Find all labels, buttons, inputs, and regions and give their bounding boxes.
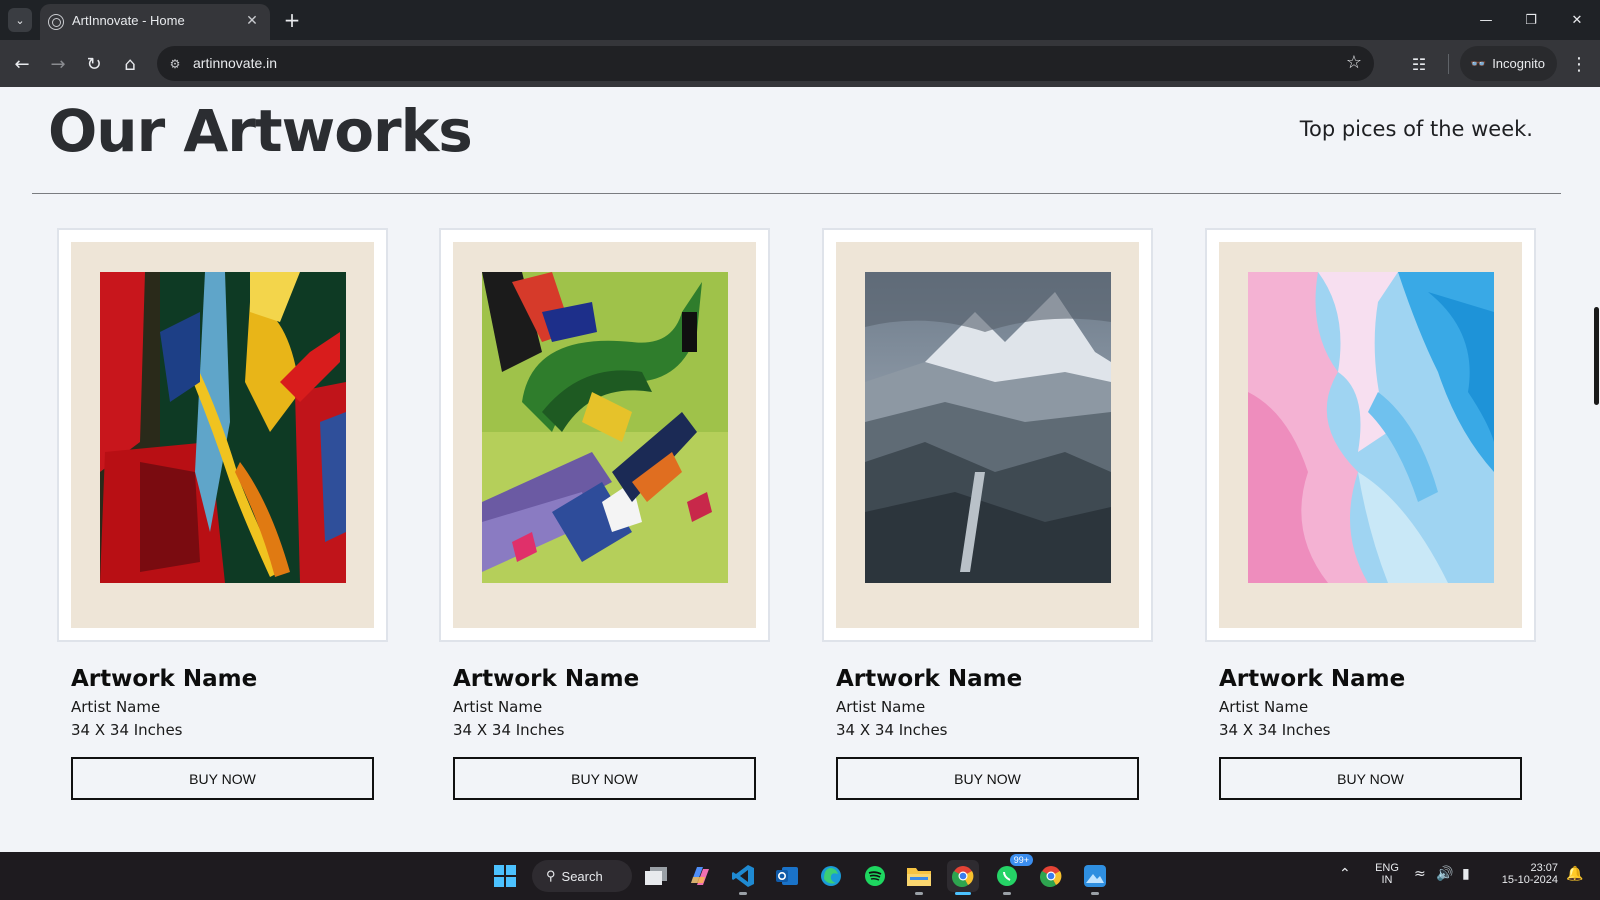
- artwork-card: Artwork Name Artist Name 34 X 34 Inches …: [822, 228, 1153, 800]
- input-language[interactable]: ENG IN: [1372, 862, 1402, 886]
- active-indicator: [955, 892, 971, 895]
- artwork-name: Artwork Name: [453, 666, 640, 692]
- show-hidden-icons-chevron-icon[interactable]: ⌃: [1339, 866, 1351, 882]
- buy-now-button[interactable]: BUY NOW: [453, 757, 756, 800]
- tab-title: ArtInnovate - Home: [72, 13, 185, 28]
- artist-name: Artist Name: [71, 698, 161, 716]
- extensions-puzzle-icon[interactable]: ☷: [1404, 49, 1434, 79]
- volume-icon[interactable]: 🔊: [1436, 866, 1453, 882]
- bookmark-star-icon[interactable]: ☆: [1346, 52, 1362, 73]
- artwork-name: Artwork Name: [1219, 666, 1406, 692]
- close-window-icon[interactable]: ✕: [1562, 6, 1592, 34]
- language-code: ENG: [1375, 862, 1399, 874]
- artwork-card: Artwork Name Artist Name 34 X 34 Inches …: [439, 228, 770, 800]
- taskbar-search-button[interactable]: ⚲ Search: [532, 860, 632, 892]
- artwork-image-abstract-green[interactable]: [482, 272, 728, 583]
- incognito-icon: 👓: [1470, 55, 1487, 71]
- globe-icon: [48, 14, 64, 30]
- buy-now-button[interactable]: BUY NOW: [836, 757, 1139, 800]
- close-tab-icon[interactable]: ✕: [242, 11, 262, 31]
- new-tab-plus-icon[interactable]: +: [280, 8, 304, 32]
- browser-toolbar: ← → ↻ ⌂ ⚙ artinnovate.in ☆ ☷ 👓 Incognito…: [0, 40, 1600, 87]
- artwork-mat: [71, 242, 374, 628]
- artwork-size: 34 X 34 Inches: [71, 721, 183, 739]
- artwork-mat: [1219, 242, 1522, 628]
- artist-name: Artist Name: [836, 698, 926, 716]
- buy-now-button[interactable]: BUY NOW: [71, 757, 374, 800]
- notification-badge: 99+: [1009, 854, 1033, 866]
- search-icon: ⚲: [546, 868, 556, 883]
- restore-icon[interactable]: ❐: [1516, 6, 1546, 34]
- toolbar-divider: [1448, 54, 1449, 74]
- url-text: artinnovate.in: [193, 55, 278, 71]
- artwork-card: Artwork Name Artist Name 34 X 34 Inches …: [57, 228, 388, 800]
- site-settings-icon[interactable]: ⚙: [165, 54, 185, 74]
- task-view-icon[interactable]: [640, 860, 672, 892]
- outlook-icon[interactable]: [771, 860, 803, 892]
- artwork-image-pink-blue-marble[interactable]: [1248, 272, 1494, 583]
- artwork-frame: [822, 228, 1153, 642]
- artwork-frame: [1205, 228, 1536, 642]
- buy-now-button[interactable]: BUY NOW: [1219, 757, 1522, 800]
- incognito-label: Incognito: [1492, 56, 1545, 71]
- artwork-mat: [836, 242, 1139, 628]
- windows-start-icon[interactable]: [489, 860, 521, 892]
- running-indicator: [739, 892, 747, 895]
- browser-tab-bar: ⌄ ArtInnovate - Home ✕ + — ❐ ✕: [0, 0, 1600, 40]
- page-subtitle: Top pices of the week.: [1299, 117, 1533, 141]
- region-code: IN: [1381, 874, 1393, 886]
- taskbar-search-label: Search: [561, 868, 603, 884]
- artwork-name: Artwork Name: [836, 666, 1023, 692]
- artwork-name: Artwork Name: [71, 666, 258, 692]
- artist-name: Artist Name: [1219, 698, 1309, 716]
- photos-icon[interactable]: [1079, 860, 1111, 895]
- back-arrow-icon[interactable]: ←: [8, 50, 36, 78]
- artwork-size: 34 X 34 Inches: [453, 721, 565, 739]
- running-indicator: [1091, 892, 1099, 895]
- page-content: Our Artworks Top pices of the week. Artw…: [0, 87, 1592, 852]
- clock-date: 15-10-2024: [1501, 874, 1558, 886]
- scrollbar-thumb[interactable]: [1594, 307, 1599, 405]
- battery-icon[interactable]: ▮: [1462, 866, 1470, 882]
- clock-time: 23:07: [1530, 862, 1558, 874]
- artwork-image-abstract-red-yellow[interactable]: [100, 272, 346, 583]
- forward-arrow-icon[interactable]: →: [44, 50, 72, 78]
- artist-name: Artist Name: [453, 698, 543, 716]
- spotify-icon[interactable]: [859, 860, 891, 892]
- home-icon[interactable]: ⌂: [116, 50, 144, 78]
- artwork-frame: [439, 228, 770, 642]
- artwork-image-mountain-landscape[interactable]: [865, 272, 1111, 583]
- address-bar[interactable]: ⚙ artinnovate.in ☆: [157, 46, 1374, 81]
- header-divider: [32, 193, 1561, 194]
- chrome-icon[interactable]: [947, 860, 979, 895]
- minimize-icon[interactable]: —: [1471, 6, 1501, 34]
- tab-search-chevron-icon[interactable]: ⌄: [8, 8, 32, 32]
- running-indicator: [1003, 892, 1011, 895]
- artwork-mat: [453, 242, 756, 628]
- page-scrollbar[interactable]: [1592, 87, 1600, 852]
- windows-taskbar: ⚲ Search 99+ ⌃ ENG IN ≈ 🔊 ▮ 23:07 15-10-…: [0, 852, 1600, 900]
- clock[interactable]: 23:07 15-10-2024: [1488, 862, 1558, 886]
- chrome-icon[interactable]: [1035, 860, 1067, 892]
- browser-menu-icon[interactable]: ⋮: [1566, 50, 1592, 78]
- incognito-button[interactable]: 👓 Incognito: [1460, 46, 1557, 81]
- notifications-bell-icon[interactable]: 🔔: [1566, 866, 1583, 882]
- browser-tab[interactable]: ArtInnovate - Home ✕: [40, 4, 270, 40]
- copilot-icon[interactable]: [683, 860, 715, 892]
- edge-icon[interactable]: [815, 860, 847, 892]
- reload-icon[interactable]: ↻: [80, 50, 108, 78]
- vscode-icon[interactable]: [727, 860, 759, 895]
- artwork-card: Artwork Name Artist Name 34 X 34 Inches …: [1205, 228, 1536, 800]
- artwork-frame: [57, 228, 388, 642]
- running-indicator: [915, 892, 923, 895]
- artwork-size: 34 X 34 Inches: [1219, 721, 1331, 739]
- wifi-icon[interactable]: ≈: [1414, 866, 1426, 882]
- file-explorer-icon[interactable]: [903, 860, 935, 895]
- artwork-size: 34 X 34 Inches: [836, 721, 948, 739]
- whatsapp-icon[interactable]: 99+: [991, 854, 1033, 895]
- page-title: Our Artworks: [48, 97, 473, 165]
